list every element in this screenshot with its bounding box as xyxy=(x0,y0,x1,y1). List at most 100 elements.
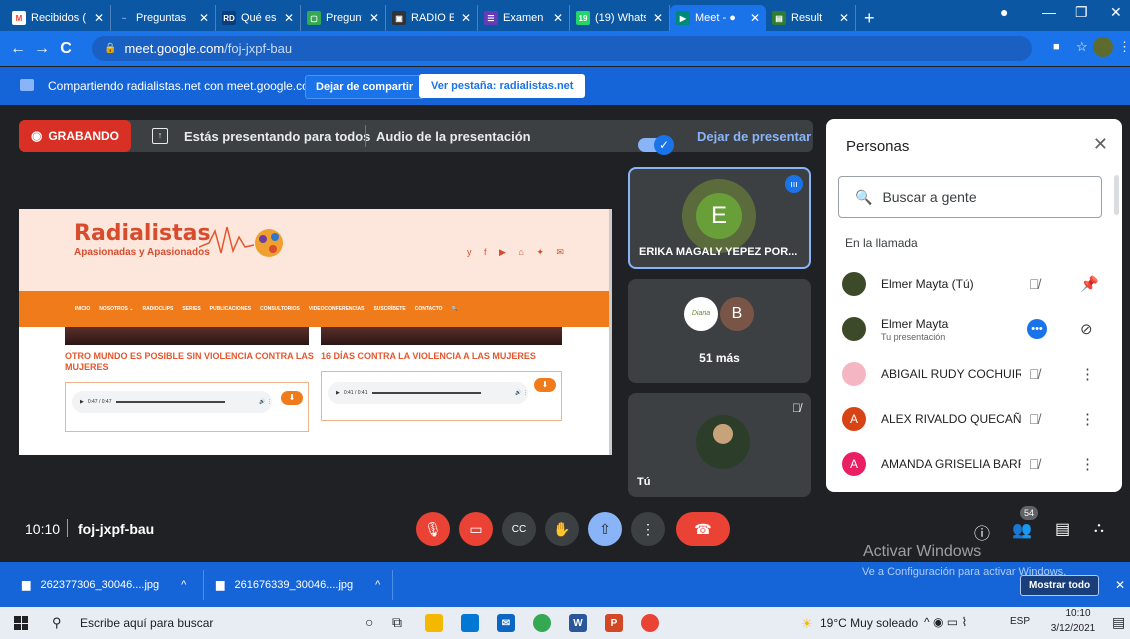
audio-player[interactable]: ▶ 0:41 / 0:41 🔊 ⋮ xyxy=(328,382,528,404)
download-audio-button[interactable]: ⬇ xyxy=(281,391,303,405)
download-item[interactable]: ▆ 262377306_30046....jpg ^ xyxy=(22,578,186,592)
clock-date[interactable]: 3/12/2021 xyxy=(1043,623,1103,634)
task-view-icon[interactable]: ⧉ xyxy=(392,614,402,631)
camera-icon[interactable]: ■ xyxy=(1053,41,1060,53)
mail-icon[interactable]: ✉ xyxy=(497,614,515,632)
info-icon[interactable]: ⓘ xyxy=(974,520,990,544)
mic-off-icon[interactable]: 🎙 xyxy=(416,512,450,546)
reload-button[interactable]: C xyxy=(54,40,78,58)
close-tab-icon[interactable]: ✕ xyxy=(750,11,760,25)
profile-menu-icon[interactable]: ● xyxy=(1000,4,1008,20)
participant-row[interactable]: ABIGAIL RUDY COCHUIR... 🎙̸ ⋮ xyxy=(826,352,1122,396)
participant-row[interactable]: Elmer Mayta Tu presentación ••• ⊘ xyxy=(826,307,1122,351)
browser-tab[interactable]: ~ Preguntas ✕ xyxy=(111,5,216,31)
participant-row[interactable]: A ALEX RIVALDO QUECAÑ... 🎙̸ ⋮ xyxy=(826,397,1122,441)
show-all-button[interactable]: Mostrar todo xyxy=(1020,575,1100,596)
site-nav-item[interactable]: PUBLICACIONES xyxy=(210,306,251,312)
clock-time[interactable]: 10:10 xyxy=(1053,608,1103,619)
more-options-icon[interactable]: ⋮ xyxy=(1080,455,1095,473)
activities-icon[interactable]: ⛬ xyxy=(1094,519,1104,536)
hang-up-button[interactable]: ☎ xyxy=(676,512,730,546)
site-nav-item[interactable]: VIDEOCONFERENCIAS xyxy=(309,306,365,312)
site-nav-item[interactable]: RADIOCLIPS xyxy=(142,306,173,312)
close-tab-icon[interactable]: ✕ xyxy=(94,11,104,25)
site-social-icons[interactable]: y f ▶ ⌂ ✦ ✉ xyxy=(467,247,569,258)
close-tab-icon[interactable]: ✕ xyxy=(553,11,563,25)
participant-row[interactable]: Elmer Mayta (Tú) 🎙̸ 📌 xyxy=(826,262,1122,306)
close-tab-icon[interactable]: ✕ xyxy=(199,11,209,25)
unpin-icon[interactable]: ⊘ xyxy=(1080,320,1093,338)
audio-player[interactable]: ▶ 0:47 / 0:47 🔊 ⋮ xyxy=(72,391,272,413)
forward-button[interactable]: → xyxy=(30,40,54,58)
people-icon[interactable]: 👥 xyxy=(1012,520,1032,540)
chevron-up-icon[interactable]: ^ xyxy=(375,579,380,591)
new-tab-button[interactable]: + xyxy=(864,5,875,31)
close-icon[interactable]: ✕ xyxy=(1093,134,1108,155)
browser-tab[interactable]: ☰ Examen - F ✕ xyxy=(478,5,570,31)
maximize-button[interactable]: ❐ xyxy=(1075,4,1088,21)
more-options-icon[interactable]: ⋮ xyxy=(1080,410,1095,428)
close-tab-icon[interactable]: ✕ xyxy=(461,11,471,25)
windows-start-icon[interactable] xyxy=(14,616,28,630)
article-title[interactable]: 16 DÍAS CONTRA LA VIOLENCIA A LAS MUJERE… xyxy=(321,351,571,362)
url-field[interactable]: 🔒 meet.google.com/foj-jxpf-bau xyxy=(92,36,1032,61)
article-title[interactable]: OTRO MUNDO ES POSIBLE SIN VIOLENCIA CONT… xyxy=(65,351,315,373)
site-scrollbar[interactable] xyxy=(609,209,612,455)
active-speaker-tile[interactable]: E ııı ERIKA MAGALY YEPEZ POR... xyxy=(628,167,811,269)
audio-toggle[interactable] xyxy=(638,135,675,155)
site-nav-item[interactable]: NOSOTROS ⌄ xyxy=(99,306,133,312)
site-nav-item[interactable]: SERIES xyxy=(182,306,200,312)
others-tile[interactable]: Diana B 51 más xyxy=(628,279,811,383)
weather-text[interactable]: 19°C Muy soleado xyxy=(820,616,918,630)
chrome-icon[interactable] xyxy=(533,614,551,632)
more-icon[interactable]: ••• xyxy=(1027,319,1047,339)
cortana-icon[interactable]: ○ xyxy=(365,614,373,630)
site-nav-item[interactable]: INICIO xyxy=(75,306,90,312)
pin-icon[interactable]: 📌 xyxy=(1080,275,1099,293)
language-indicator[interactable]: ESP xyxy=(1010,616,1030,627)
chrome-icon[interactable] xyxy=(641,614,659,632)
browser-tab[interactable]: ▢ Preguntas ✕ xyxy=(301,5,386,31)
browser-tab[interactable]: ▶ Meet - ● ✕ xyxy=(670,5,766,31)
chevron-up-icon[interactable]: ^ xyxy=(181,579,186,591)
download-item[interactable]: ▆ 261676339_30046....jpg ^ xyxy=(216,578,380,592)
self-tile[interactable]: 🎙̸ Tú xyxy=(628,393,811,497)
raise-hand-icon[interactable]: ✋ xyxy=(545,512,579,546)
more-options-icon[interactable]: ⋮ xyxy=(1080,365,1095,383)
download-audio-button[interactable]: ⬇ xyxy=(534,378,556,392)
close-tab-icon[interactable]: ✕ xyxy=(369,11,379,25)
browser-menu-icon[interactable]: ⋮ xyxy=(1118,39,1130,55)
file-explorer-icon[interactable] xyxy=(425,614,443,632)
close-icon[interactable]: ✕ xyxy=(1115,578,1125,592)
back-button[interactable]: ← xyxy=(6,40,30,58)
close-tab-icon[interactable]: ✕ xyxy=(839,11,849,25)
site-nav-item[interactable]: CONTACTO xyxy=(415,306,443,312)
word-icon[interactable]: W xyxy=(569,614,587,632)
close-window-button[interactable]: ✕ xyxy=(1110,4,1122,21)
site-nav-item[interactable]: SUSCRÍBETE xyxy=(373,306,405,312)
store-icon[interactable] xyxy=(461,614,479,632)
view-tab-button[interactable]: Ver pestaña: radialistas.net xyxy=(419,74,586,98)
profile-avatar[interactable] xyxy=(1093,37,1113,57)
browser-tab[interactable]: RD Qué es un ✕ xyxy=(216,5,301,31)
site-nav-item[interactable]: CONSULTORIOS xyxy=(260,306,300,312)
present-button[interactable]: ⇧ xyxy=(588,512,622,546)
close-tab-icon[interactable]: ✕ xyxy=(653,11,663,25)
search-input[interactable] xyxy=(882,189,1083,205)
chat-icon[interactable]: ▤ xyxy=(1055,519,1070,539)
browser-tab[interactable]: 19 (19) Whats ✕ xyxy=(570,5,670,31)
tray-icons[interactable]: ^ ◉ ▭ ⌇ xyxy=(924,615,967,629)
captions-icon[interactable]: CC xyxy=(502,512,536,546)
taskbar-search[interactable]: Escribe aquí para buscar xyxy=(80,616,213,630)
bookmark-star-icon[interactable]: ☆ xyxy=(1076,39,1088,55)
stop-sharing-button[interactable]: Dejar de compartir xyxy=(305,75,425,99)
browser-tab[interactable]: ▤ Result ✕ xyxy=(766,5,856,31)
site-nav-item[interactable]: 🔍 xyxy=(452,306,458,312)
camera-off-icon[interactable]: ▭ xyxy=(459,512,493,546)
browser-tab[interactable]: M Recibidos (✕ xyxy=(6,5,111,31)
stop-presenting-button[interactable]: Dejar de presentar xyxy=(697,129,811,144)
minimize-button[interactable]: — xyxy=(1042,4,1056,20)
panel-scrollbar[interactable] xyxy=(1114,175,1119,215)
more-options-icon[interactable]: ⋮ xyxy=(631,512,665,546)
participant-row[interactable]: A AMANDA GRISELIA BARR... 🎙̸ ⋮ xyxy=(826,442,1122,486)
